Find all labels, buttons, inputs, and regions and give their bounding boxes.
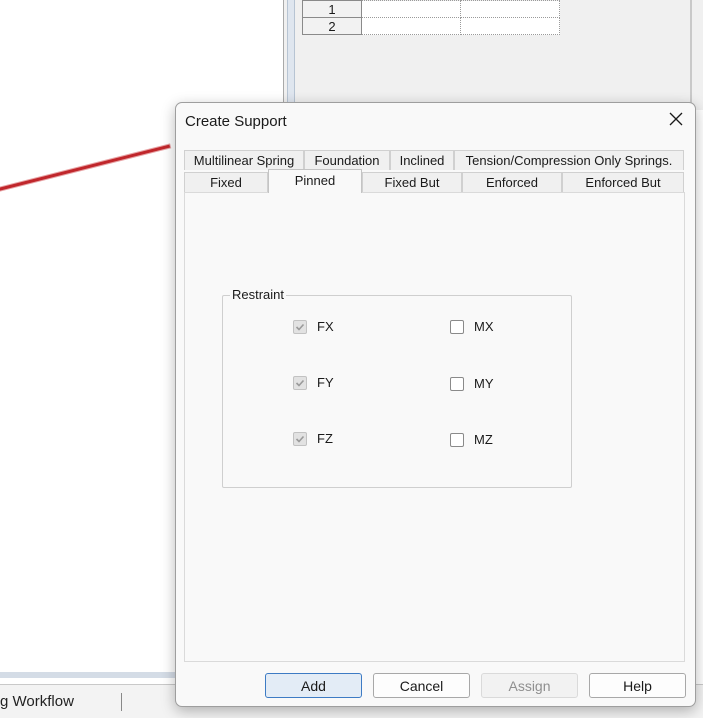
table-cell[interactable] <box>361 17 461 35</box>
mz-label: MZ <box>474 432 493 447</box>
checkmark-icon <box>295 323 305 331</box>
table-cell[interactable] <box>460 0 560 18</box>
row-header[interactable]: 1 <box>302 0 362 18</box>
assign-button[interactable]: Assign <box>481 673 578 698</box>
fy-checkbox-row: FY <box>293 375 334 390</box>
fx-checkbox-row: FX <box>293 319 334 334</box>
checkmark-icon <box>295 379 305 387</box>
checkmark-icon <box>295 435 305 443</box>
tab-fixed[interactable]: Fixed <box>184 172 268 192</box>
tab-fixed-but[interactable]: Fixed But <box>362 172 462 192</box>
my-label: MY <box>474 376 494 391</box>
restraint-group: Restraint FX FY FZ MX MY MZ <box>222 287 572 488</box>
status-separator <box>121 693 122 711</box>
help-button[interactable]: Help <box>589 673 686 698</box>
fx-checkbox[interactable] <box>293 319 307 334</box>
workflow-label[interactable]: g Workflow <box>0 693 74 710</box>
my-checkbox[interactable] <box>450 376 464 391</box>
fz-label: FZ <box>317 431 333 446</box>
my-checkbox-row: MY <box>450 376 494 391</box>
mx-checkbox[interactable] <box>450 319 464 334</box>
cancel-button[interactable]: Cancel <box>373 673 470 698</box>
add-button[interactable]: Add <box>265 673 362 698</box>
panel-splitter[interactable] <box>287 0 295 110</box>
mz-checkbox-row: MZ <box>450 432 493 447</box>
row-header[interactable]: 2 <box>302 17 362 35</box>
table-cell[interactable] <box>460 17 560 35</box>
fz-checkbox-row: FZ <box>293 431 333 446</box>
mx-checkbox-row: MX <box>450 319 494 334</box>
tab-inclined[interactable]: Inclined <box>390 150 454 170</box>
fy-checkbox[interactable] <box>293 375 307 390</box>
pinned-tab-page: Restraint FX FY FZ MX MY MZ <box>184 192 685 662</box>
tab-multilinear-spring[interactable]: Multilinear Spring <box>184 150 304 170</box>
close-button[interactable] <box>663 107 689 133</box>
dialog-title: Create Support <box>185 113 287 130</box>
mx-label: MX <box>474 319 494 334</box>
mz-checkbox[interactable] <box>450 432 464 447</box>
table-cell[interactable] <box>361 0 461 18</box>
tab-foundation[interactable]: Foundation <box>304 150 390 170</box>
support-type-tabs: Multilinear Spring Foundation Inclined T… <box>184 148 684 193</box>
create-support-dialog: Create Support Multilinear Spring Founda… <box>175 102 696 707</box>
table-row[interactable]: 1 <box>302 0 560 18</box>
fz-checkbox[interactable] <box>293 431 307 446</box>
tab-pinned[interactable]: Pinned <box>268 169 362 193</box>
tab-tension-compression-springs[interactable]: Tension/Compression Only Springs. <box>454 150 684 170</box>
restraint-legend: Restraint <box>230 287 287 302</box>
panel-edge <box>690 0 692 110</box>
table-row[interactable]: 2 <box>302 17 560 35</box>
tab-enforced[interactable]: Enforced <box>462 172 562 192</box>
fx-label: FX <box>317 319 334 334</box>
data-table: 1 2 <box>302 0 560 35</box>
fy-label: FY <box>317 375 334 390</box>
close-icon <box>669 112 683 129</box>
tab-enforced-but[interactable]: Enforced But <box>562 172 684 192</box>
